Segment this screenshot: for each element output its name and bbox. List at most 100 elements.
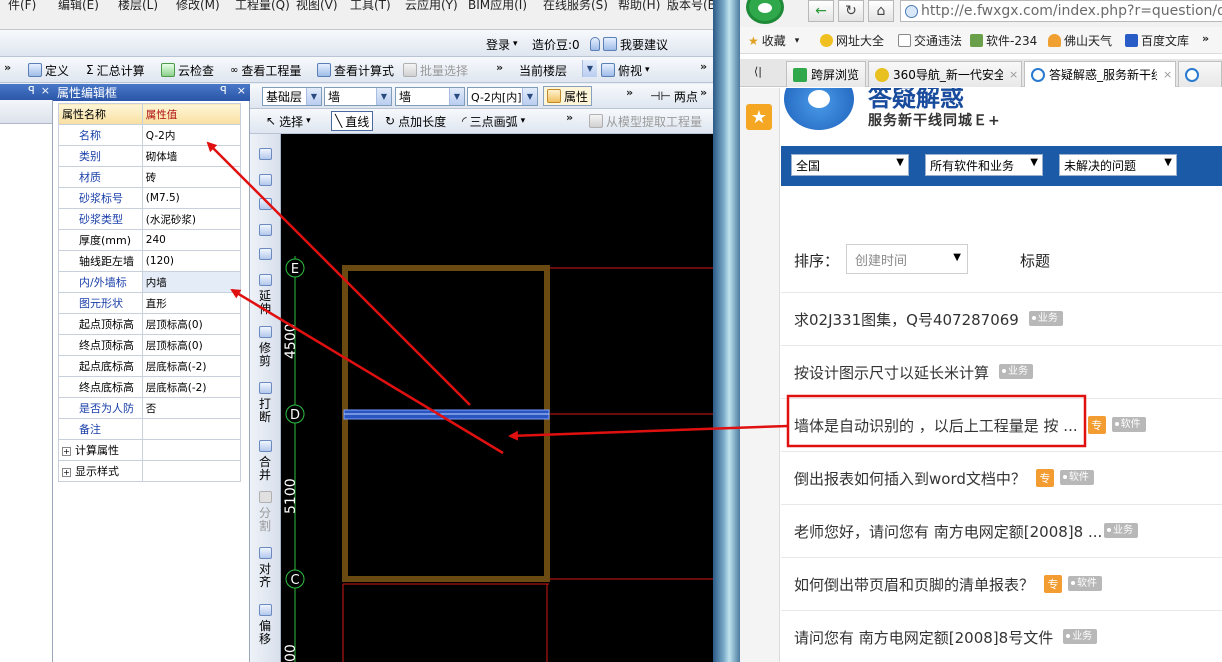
property-row[interactable]: 终点顶标高 层顶标高(0) [58,334,242,356]
browser-logo-icon[interactable] [746,0,784,24]
menu-item-help[interactable]: 帮助(H) [618,0,660,13]
tab-qa-active[interactable]: 答疑解惑_服务新干线 × [1024,61,1176,87]
menu-item-tools[interactable]: 工具(T) [350,0,391,13]
property-row[interactable]: 轴线距左墙 (120) [58,250,242,272]
tab-cross-screen[interactable]: 跨屏浏览 [786,61,866,87]
menu-item-file[interactable]: 件(F) [8,0,36,13]
component-subtype-dropdown[interactable]: 墙 ▼ [395,87,465,106]
question-list-item[interactable]: 请问您有 南方电网定额[2008]8号文件 业务 [781,610,1222,662]
toolbar-overflow-chevron[interactable]: » [700,60,707,73]
property-value[interactable]: 层底标高(-2) [141,376,242,398]
question-list-item[interactable]: 老师您好，请问您有 南方电网定额[2008]8 ... 业务 [781,504,1222,557]
extend-tool[interactable]: 延伸 [257,290,273,316]
property-value[interactable]: 砌体墙 [141,145,242,167]
region-select[interactable]: 全国 ▼ [791,154,909,176]
menu-item-floor[interactable]: 楼层(L) [118,0,158,13]
align-tool[interactable]: 对齐 [257,563,273,589]
bookmark-site-directory[interactable]: 网址大全 [820,32,884,49]
offset-icon[interactable] [259,604,272,616]
property-group-row[interactable]: + 计算属性 [58,439,242,461]
property-row[interactable]: 终点底标高 层底标高(-2) [58,376,242,398]
category-tag[interactable]: 业务 [1028,311,1063,326]
merge-icon[interactable] [259,440,272,452]
expand-icon[interactable]: + [62,468,71,477]
property-row[interactable]: 名称 Q-2内 [58,124,242,146]
pin-icon[interactable]: ꟼ [220,84,227,97]
menu-item-version[interactable]: 版本号(B) [667,0,713,13]
question-link[interactable]: 请问您有 南方电网定额[2008]8号文件 [794,627,1053,648]
property-value[interactable]: 层底标高(-2) [141,355,242,377]
pin-icon[interactable]: ꟼ [28,84,35,97]
property-value[interactable]: 否 [141,397,242,419]
property-row[interactable]: 材质砖 [58,166,242,188]
bookmark-baidu-wenku[interactable]: 百度文库 [1125,32,1189,49]
floor-dropdown[interactable]: ▼ [577,60,597,79]
wall-rectangle[interactable] [342,265,550,582]
url-input[interactable]: http://e.fwxgx.com/index.php?r=question/… [900,0,1222,22]
toolbar-overflow-chevron[interactable]: » [4,61,11,74]
question-list-item[interactable]: 如何倒出带页眉和页脚的清单报表？ 专软件 [781,557,1222,610]
property-value[interactable]: (水泥砂浆) [141,208,242,230]
question-link[interactable]: 按设计图示尺寸以延长米计算 [794,362,989,383]
bookmark-software[interactable]: 软件-234 [970,32,1037,49]
layer-dropdown[interactable]: 基础层 ▼ [262,87,322,106]
three-point-arc-button[interactable]: ◜ 三点画弧 ▾ [462,111,525,131]
component-type-dropdown[interactable]: 墙 ▼ [324,87,392,106]
property-row[interactable]: 内/外墙标 内墙 [58,271,242,293]
category-tag[interactable]: 软件 [1068,576,1102,591]
toolbar-overflow-chevron[interactable]: » [700,86,707,99]
break-tool[interactable]: 打断 [257,398,273,424]
close-tab-icon[interactable]: × [1163,68,1172,81]
property-value[interactable]: Q-2内 [141,124,242,146]
category-tag[interactable]: 业务 [999,364,1033,379]
menu-item-modify[interactable]: 修改(M) [176,0,220,13]
break-icon[interactable] [259,382,272,394]
status-select[interactable]: 未解决的问题 ▼ [1059,154,1177,176]
question-list-item[interactable]: 按设计图示尺寸以延长米计算 业务 [781,345,1222,398]
define-button[interactable]: 定义 [28,60,69,80]
view-formula-button[interactable]: 查看计算式 [317,60,394,80]
question-link[interactable]: 墙体是自动识别的 ，以后上工程量是 按 ... [794,415,1078,436]
property-row[interactable]: 是否为人防否 [58,397,242,419]
view-mode-button[interactable]: 俯视 ▾ [601,60,650,80]
menu-item-bim[interactable]: BIM应用(I) [468,0,527,13]
toolbar-overflow-chevron[interactable]: » [496,61,503,74]
trim-icon[interactable] [259,326,272,338]
property-row[interactable]: 厚度(mm) 240 [58,229,242,251]
home-button[interactable]: ⌂ [868,0,894,22]
close-icon[interactable]: × [41,84,50,97]
rotate-icon[interactable] [259,248,272,260]
property-value[interactable]: 层顶标高(0) [141,313,242,335]
menu-item-quantity[interactable]: 工程量(Q) [235,0,290,13]
property-row[interactable]: 起点底标高 层底标高(-2) [58,355,242,377]
split-tool[interactable]: 分割 [257,507,273,533]
expand-icon[interactable]: + [62,447,71,456]
trim-tool[interactable]: 修剪 [257,342,273,368]
line-button[interactable]: ╲ 直线 [331,111,374,131]
toolbar-overflow-chevron[interactable]: » [626,86,633,99]
bookmark-weather[interactable]: 佛山天气 [1048,32,1112,49]
merge-tool[interactable]: 合并 [257,456,273,482]
category-tag[interactable]: 业务 [1104,523,1138,538]
view-quantity-button[interactable]: ∞ 查看工程量 [230,60,301,80]
bookmark-favorites[interactable]: ★ 收藏 ▾ [748,32,799,49]
property-value[interactable]: (120) [141,250,242,272]
question-link[interactable]: 如何倒出带页眉和页脚的清单报表？ [794,574,1034,595]
extract-quantity-button[interactable]: 从模型提取工程量 [589,111,702,131]
question-link[interactable]: 老师您好，请问您有 南方电网定额[2008]8 ... [794,521,1102,542]
question-list-item[interactable]: 墙体是自动识别的 ，以后上工程量是 按 ... 专软件 [781,398,1222,451]
property-value[interactable]: 直形 [141,292,242,314]
property-value[interactable]: 砖 [141,166,242,188]
component-name-dropdown[interactable]: Q-2内[内] ▼ [467,87,538,106]
software-select[interactable]: 所有软件和业务 ▼ [925,154,1043,176]
menu-item-online[interactable]: 在线服务(S) [543,0,608,13]
offset-tool[interactable]: 偏移 [257,620,273,646]
point-length-button[interactable]: ↻ 点加长度 [385,111,446,131]
category-tag[interactable]: 软件 [1111,417,1146,432]
property-row[interactable]: 备注 [58,418,242,440]
scissors-icon[interactable] [259,174,272,186]
property-row[interactable]: 类别 砌体墙 [58,145,242,167]
property-group-row[interactable]: + 显示样式 [58,460,242,482]
move-icon[interactable] [259,224,272,236]
bookmarks-overflow-chevron[interactable]: » [1202,32,1209,45]
